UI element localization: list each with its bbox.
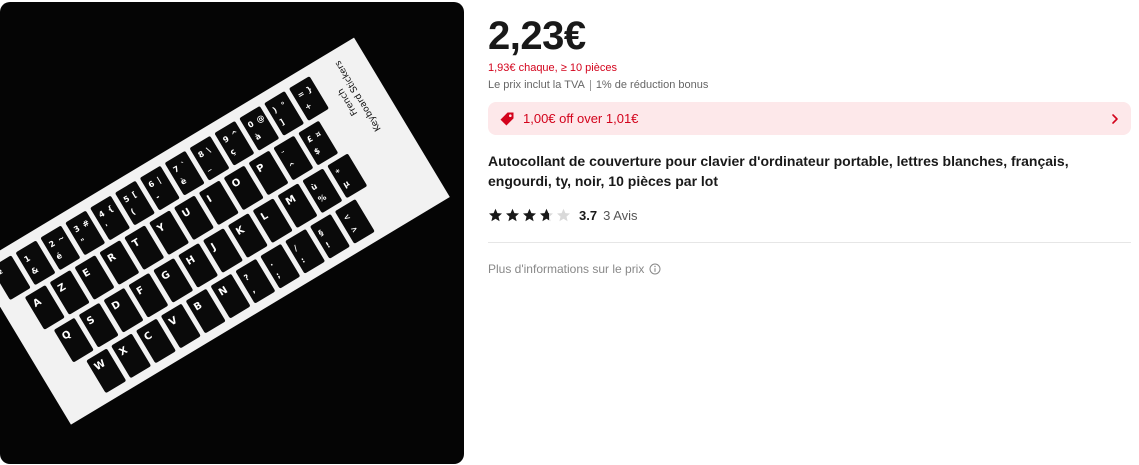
rating-row[interactable]: 3.7 3 Avis: [488, 206, 638, 224]
product-title: Autocollant de couverture pour clavier d…: [488, 153, 1069, 189]
chevron-right-icon: [1109, 113, 1121, 125]
tax-note: Le prix inclut la TVA: [488, 79, 585, 91]
more-price-info-link[interactable]: Plus d'informations sur le prix: [488, 262, 661, 276]
product-image[interactable]: ² 1 & 2 é ~3 " #4 '{5([6- | 7 è ` 8 _ \ 9 ç ^ 0 à @)] ° = +} A Z E R…: [0, 2, 464, 464]
star-icon: [506, 208, 519, 221]
review-count-link[interactable]: 3 Avis: [603, 208, 637, 223]
tax-info-line: Le prix inclut la TVA 1% de réduction bo…: [488, 78, 708, 92]
product-page: ² 1 & 2 é ~3 " #4 '{5([6- | 7 è ` 8 _ \ 9 ç ^ 0 à @)] ° = +} A Z E R…: [0, 0, 1139, 465]
more-price-info-label: Plus d'informations sur le prix: [488, 262, 645, 276]
star-icon: [489, 208, 502, 221]
tax-separator: [589, 79, 591, 91]
rating-value: 3.7: [579, 207, 598, 223]
bonus-note: 1% de réduction bonus: [595, 79, 709, 91]
info-circle-icon: [649, 263, 661, 275]
coupon-banner[interactable]: 1,00€ off over 1,01€: [488, 102, 1131, 135]
coupon-text: 1,00€ off over 1,01€: [523, 111, 639, 126]
rating-stars: [488, 208, 571, 223]
star-icon: [540, 208, 553, 221]
bulk-price-note: 1,93€ chaque, ≥ 10 pièces: [488, 62, 617, 74]
keyboard-sticker-illustration: ²1&2é~3"#4'{5([6-|7è`8_\9ç^0à@)]°=+}AZER…: [0, 37, 450, 425]
product-price: 2,23€: [488, 14, 586, 58]
price-tag-icon: [499, 111, 515, 127]
divider: [488, 242, 1131, 243]
star-icon: [523, 208, 536, 221]
star-icon: [557, 208, 570, 221]
